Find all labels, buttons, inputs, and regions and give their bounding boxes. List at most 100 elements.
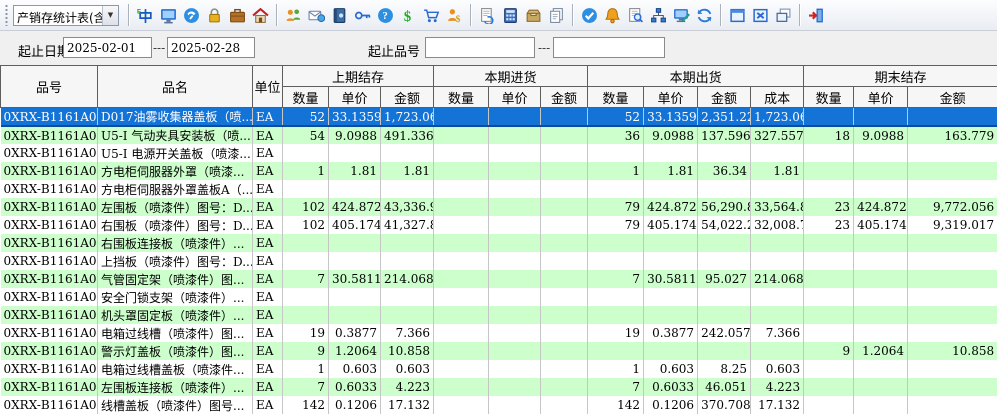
- mail-icon[interactable]: [305, 4, 328, 27]
- notebook-icon[interactable]: [328, 4, 351, 27]
- key-icon[interactable]: [351, 4, 374, 27]
- cell-value-0[interactable]: 102: [283, 198, 329, 216]
- cell-value-0[interactable]: [283, 288, 329, 306]
- cell-item-no[interactable]: 0XRX-B1161A0...: [1, 360, 98, 378]
- cell-item-name[interactable]: 方电柜伺服器外罩（喷漆...: [98, 162, 253, 180]
- cell-value-4[interactable]: [489, 324, 541, 342]
- report-type-select[interactable]: 产销存统计表(含 ▼: [13, 5, 119, 26]
- col-header-item-no[interactable]: 品号: [1, 66, 98, 108]
- cell-unit[interactable]: EA: [253, 306, 283, 324]
- cell-value-1[interactable]: [329, 288, 381, 306]
- cell-value-1[interactable]: 1.2064: [329, 342, 381, 360]
- cell-value-12[interactable]: [908, 144, 997, 162]
- monitor-icon[interactable]: [157, 4, 180, 27]
- cell-value-0[interactable]: 102: [283, 216, 329, 234]
- cell-value-12[interactable]: [908, 162, 997, 180]
- cell-value-7[interactable]: 9.0988: [644, 126, 698, 144]
- col-header-g2-2[interactable]: 金额: [698, 87, 751, 108]
- cell-value-0[interactable]: [283, 234, 329, 252]
- cell-item-name[interactable]: 左围板连接板（喷漆件）...: [98, 378, 253, 396]
- cell-item-name[interactable]: 警示灯盖板（喷漆件）图...: [98, 342, 253, 360]
- cell-value-10[interactable]: 18: [804, 126, 854, 144]
- cell-value-12[interactable]: 9,319.017: [908, 216, 997, 234]
- cell-value-7[interactable]: 405.1746: [644, 216, 698, 234]
- cell-value-0[interactable]: 142: [283, 396, 329, 414]
- cell-unit[interactable]: EA: [253, 288, 283, 306]
- table-row[interactable]: 0XRX-B1161A0...气管固定架（喷漆件）图...EA730.58112…: [1, 270, 997, 288]
- cell-item-name[interactable]: 左围板（喷漆件）图号：D...: [98, 198, 253, 216]
- cell-value-11[interactable]: [854, 306, 908, 324]
- cell-value-8[interactable]: 242.057: [698, 324, 751, 342]
- cell-value-7[interactable]: 0.603: [644, 360, 698, 378]
- cell-value-4[interactable]: [489, 360, 541, 378]
- cell-value-10[interactable]: [804, 108, 854, 127]
- cell-value-3[interactable]: [434, 126, 489, 144]
- cell-value-9[interactable]: 214.068: [751, 270, 804, 288]
- window-icon[interactable]: [726, 4, 749, 27]
- cell-value-11[interactable]: [854, 288, 908, 306]
- cell-value-12[interactable]: [908, 396, 997, 414]
- cell-value-1[interactable]: 0.1206: [329, 396, 381, 414]
- cell-value-6[interactable]: 19: [588, 324, 644, 342]
- cell-value-12[interactable]: [908, 270, 997, 288]
- cell-item-name[interactable]: U5-I 电源开关盖板（喷漆...: [98, 144, 253, 162]
- cell-unit[interactable]: EA: [253, 216, 283, 234]
- cell-value-11[interactable]: [854, 162, 908, 180]
- table-row[interactable]: 0XRX-B1161A0...左围板（喷漆件）图号：D...EA102424.8…: [1, 198, 997, 216]
- cell-value-9[interactable]: 0.603: [751, 360, 804, 378]
- cell-value-10[interactable]: [804, 180, 854, 198]
- cell-value-2[interactable]: 10.858: [381, 342, 434, 360]
- table-row[interactable]: 0XRX-B1161A0...安全门锁支架（喷漆件）...EA: [1, 288, 997, 306]
- table-row[interactable]: 0XRX-B1161A0...线槽盖板（喷漆件）图号...EA1420.1206…: [1, 396, 997, 414]
- cell-value-10[interactable]: [804, 396, 854, 414]
- cell-value-9[interactable]: [751, 306, 804, 324]
- cell-value-3[interactable]: [434, 162, 489, 180]
- cell-value-9[interactable]: [751, 342, 804, 360]
- table-row[interactable]: 0XRX-B1161A0...D017油雾收集器盖板（喷...EA5233.13…: [1, 108, 997, 127]
- cell-unit[interactable]: EA: [253, 270, 283, 288]
- cell-unit[interactable]: EA: [253, 252, 283, 270]
- cell-unit[interactable]: EA: [253, 162, 283, 180]
- cell-value-5[interactable]: [541, 234, 588, 252]
- cell-value-3[interactable]: [434, 342, 489, 360]
- cell-item-no[interactable]: 0XRX-B1161A0...: [1, 144, 98, 162]
- cell-unit[interactable]: EA: [253, 396, 283, 414]
- cell-value-9[interactable]: 7.366: [751, 324, 804, 342]
- cell-item-name[interactable]: 线槽盖板（喷漆件）图号...: [98, 396, 253, 414]
- cell-item-no[interactable]: 0XRX-B1161A0...: [1, 270, 98, 288]
- cell-value-1[interactable]: 0.603: [329, 360, 381, 378]
- cell-value-0[interactable]: 7: [283, 270, 329, 288]
- cell-value-11[interactable]: [854, 324, 908, 342]
- help-icon[interactable]: ?: [374, 4, 397, 27]
- cell-value-1[interactable]: 405.1746: [329, 216, 381, 234]
- cell-value-10[interactable]: [804, 162, 854, 180]
- cell-value-0[interactable]: 7: [283, 378, 329, 396]
- close-icon[interactable]: [749, 4, 772, 27]
- cell-value-5[interactable]: [541, 252, 588, 270]
- cell-item-no[interactable]: 0XRX-B1161A0...: [1, 108, 98, 127]
- cell-value-1[interactable]: 1.81: [329, 162, 381, 180]
- cell-value-1[interactable]: [329, 306, 381, 324]
- cell-value-12[interactable]: [908, 360, 997, 378]
- cell-value-10[interactable]: [804, 324, 854, 342]
- cell-value-7[interactable]: 1.81: [644, 162, 698, 180]
- cell-value-4[interactable]: [489, 216, 541, 234]
- table-row[interactable]: 0XRX-B1161A0...警示灯盖板（喷漆件）图...EA91.206410…: [1, 342, 997, 360]
- table-row[interactable]: 0XRX-B1161A0...U5-I 气动夹具安装板（喷...EA549.09…: [1, 126, 997, 144]
- cell-value-4[interactable]: [489, 234, 541, 252]
- cell-value-3[interactable]: [434, 108, 489, 127]
- cell-value-5[interactable]: [541, 270, 588, 288]
- cell-value-2[interactable]: 1.81: [381, 162, 434, 180]
- cell-value-0[interactable]: [283, 306, 329, 324]
- chevron-down-icon[interactable]: ▼: [102, 6, 118, 25]
- cell-value-0[interactable]: [283, 144, 329, 162]
- cell-value-6[interactable]: [588, 288, 644, 306]
- cell-value-6[interactable]: 7: [588, 378, 644, 396]
- cell-value-1[interactable]: 424.872: [329, 198, 381, 216]
- cell-value-5[interactable]: [541, 180, 588, 198]
- table-row[interactable]: 0XRX-B1161A0...电箱过线槽盖板（喷漆件...EA10.6030.6…: [1, 360, 997, 378]
- cell-value-8[interactable]: 54,022.228: [698, 216, 751, 234]
- cell-value-8[interactable]: [698, 342, 751, 360]
- cell-value-4[interactable]: [489, 198, 541, 216]
- cell-item-no[interactable]: 0XRX-B1161A0...: [1, 324, 98, 342]
